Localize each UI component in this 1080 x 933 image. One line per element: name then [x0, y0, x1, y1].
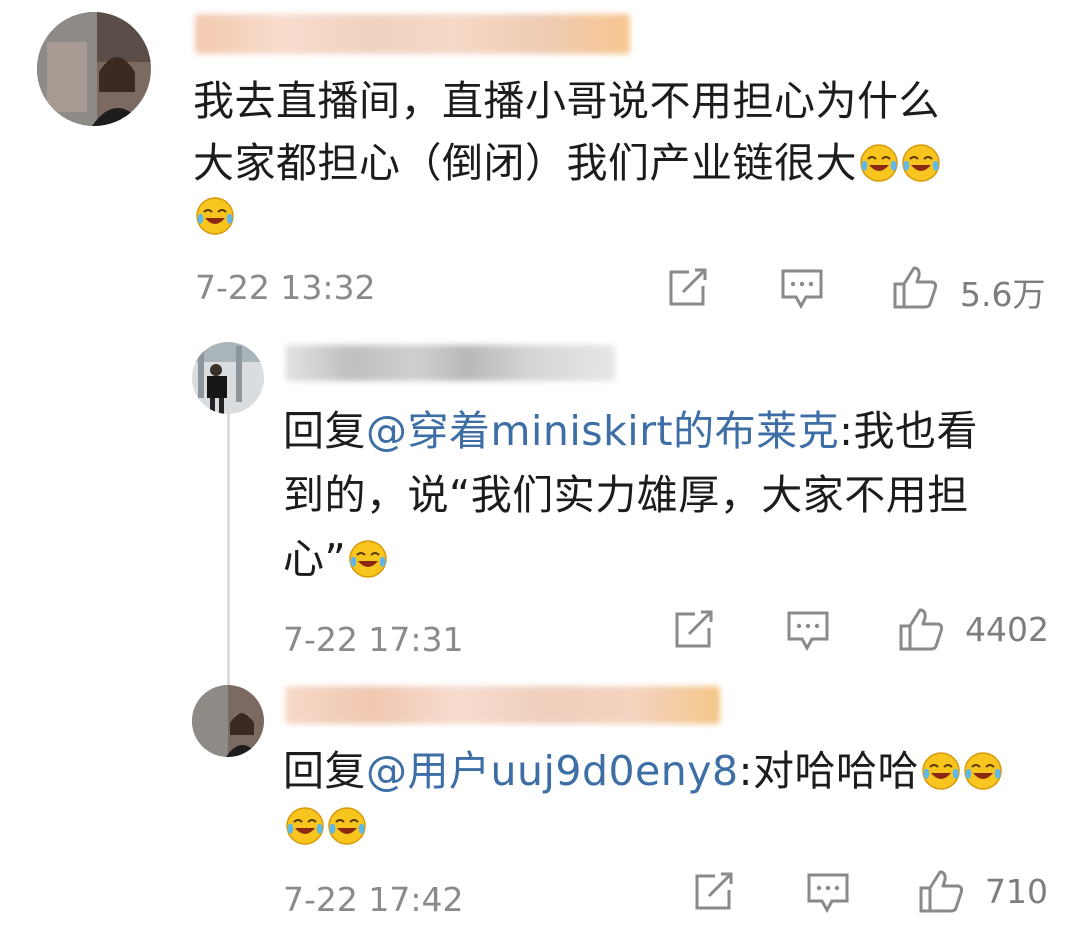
reply2-line1: 回复@用户uuj9d0eny8:对哈哈哈: [283, 740, 1003, 802]
laugh-cry-emoji: [327, 806, 367, 846]
laugh-cry-emoji: [195, 196, 235, 236]
laugh-cry-emoji: [921, 751, 961, 791]
reply1-line1-rest: :我也看: [839, 407, 978, 455]
mention-link[interactable]: @用户uuj9d0eny8: [366, 747, 739, 795]
timestamp: 7-22 13:32: [195, 268, 376, 307]
like-count: 4402: [965, 610, 1049, 649]
thread-line: [227, 412, 230, 687]
reply1-line1: 回复@穿着miniskirt的布莱克:我也看: [283, 400, 978, 462]
reply2-rest: :对哈哈哈: [738, 747, 919, 795]
mention-link[interactable]: @穿着miniskirt的布莱克: [366, 407, 839, 455]
laugh-cry-emoji: [859, 143, 899, 183]
timestamp: 7-22 17:31: [283, 620, 464, 659]
username-blurred[interactable]: [285, 686, 720, 724]
like-count: 710: [985, 872, 1048, 911]
timestamp: 7-22 17:42: [283, 880, 464, 919]
laugh-cry-emoji: [348, 539, 388, 579]
reply-prefix: 回复: [283, 747, 366, 795]
like-icon[interactable]: [918, 868, 964, 914]
laugh-cry-emoji: [963, 751, 1003, 791]
share-icon[interactable]: [667, 268, 709, 308]
like-icon[interactable]: [898, 606, 944, 652]
comment-emoji-line3: [193, 196, 235, 236]
comment-icon[interactable]: [806, 872, 850, 914]
laugh-cry-emoji: [285, 806, 325, 846]
avatar-reply1[interactable]: [192, 342, 264, 414]
share-icon[interactable]: [673, 610, 715, 650]
avatar-reply2[interactable]: [192, 685, 264, 757]
reply1-line2: 到的，说“我们实力雄厚，大家不用担: [283, 471, 969, 519]
comment-icon[interactable]: [786, 610, 830, 652]
comment-text-line1: 我去直播间，直播小哥说不用担心为什么: [193, 77, 940, 125]
reply-prefix: 回复: [283, 407, 366, 455]
username-blurred[interactable]: [285, 345, 615, 381]
reply1-line3-text: 心”: [283, 535, 347, 583]
reply1-line3: 心”: [283, 528, 388, 590]
like-icon[interactable]: [892, 264, 938, 310]
reply2-emoji-line: [283, 806, 367, 846]
laugh-cry-emoji: [901, 143, 941, 183]
avatar-main[interactable]: [37, 12, 151, 126]
comment-icon[interactable]: [780, 268, 824, 310]
like-count: 5.6万: [960, 275, 1046, 314]
comment-text-line2: 大家都担心（倒闭）我们产业链很大: [193, 132, 941, 194]
comment-text-line2-content: 大家都担心（倒闭）我们产业链很大: [193, 139, 857, 187]
username-blurred[interactable]: [195, 14, 630, 54]
share-icon[interactable]: [693, 872, 735, 912]
